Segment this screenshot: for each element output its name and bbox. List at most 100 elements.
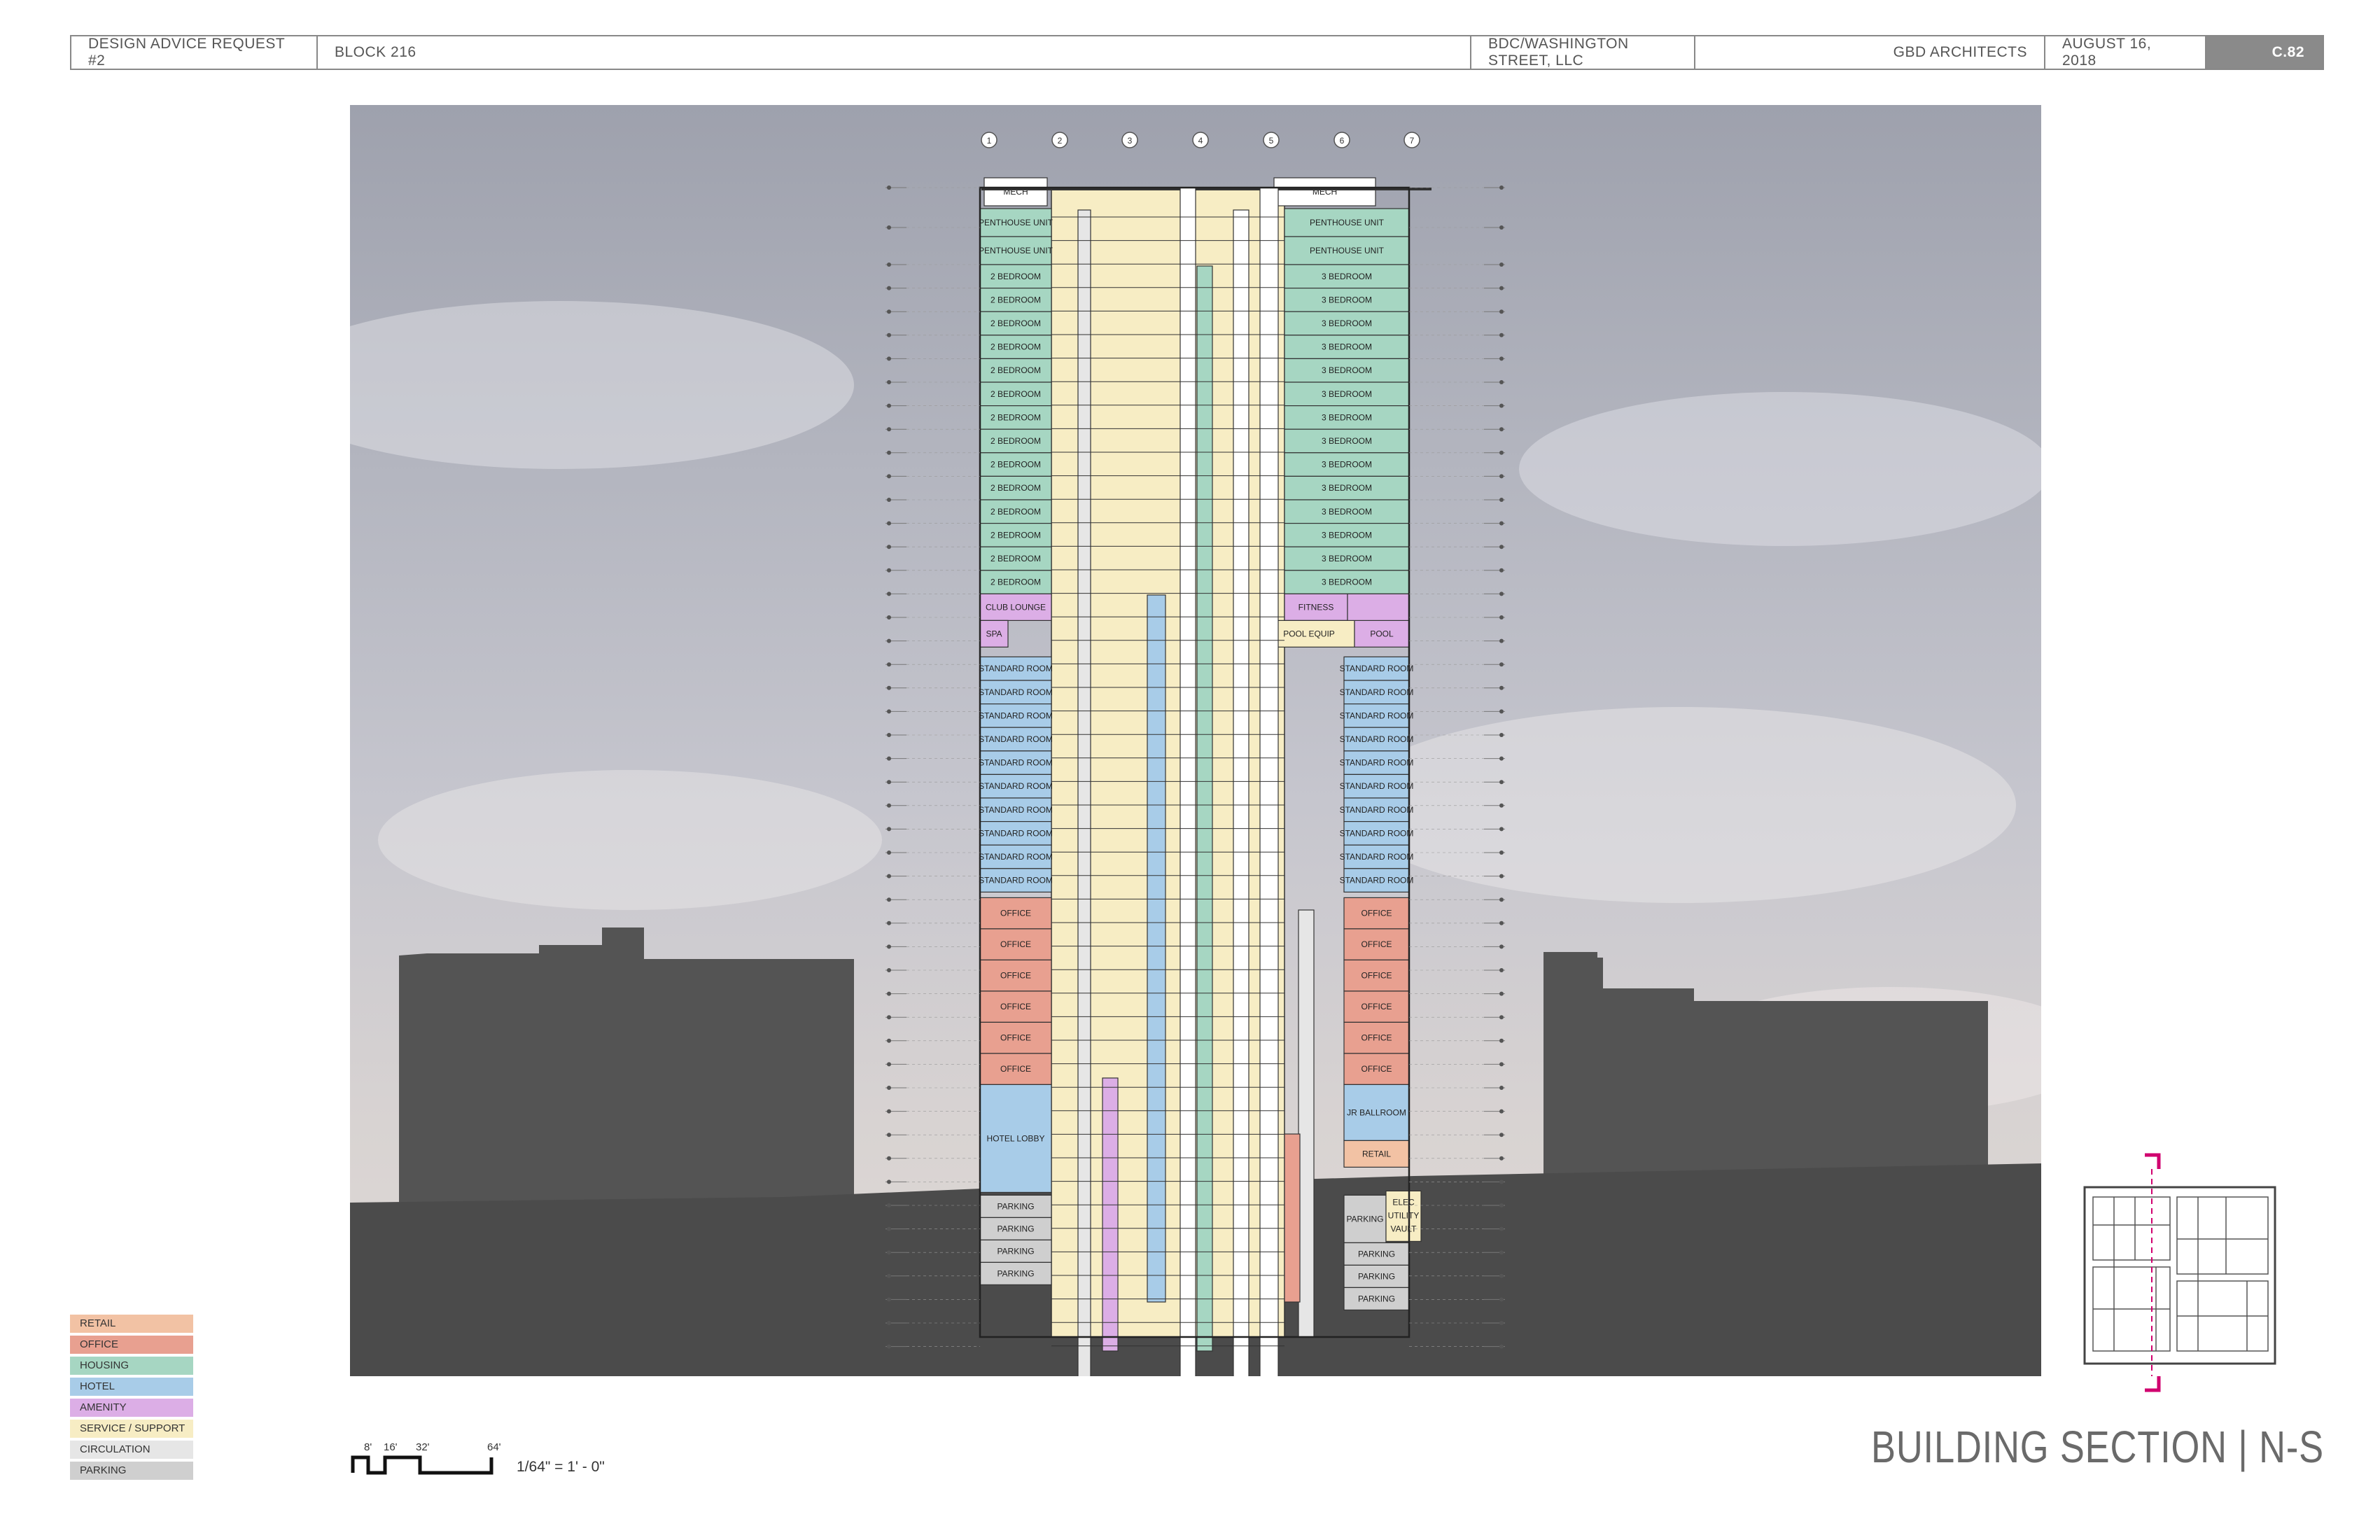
housing-left-11-label: 2 BEDROOM (990, 530, 1041, 540)
level-target-left (887, 968, 891, 972)
level-target-left (887, 592, 891, 596)
level-target-right (1499, 733, 1504, 737)
level-target-left (887, 780, 891, 785)
parking-left-2-label: PARKING (997, 1246, 1034, 1256)
level-target-left (887, 1297, 891, 1302)
hotel-left-1-label: STANDARD ROOM (979, 687, 1053, 697)
elec-vault-label-0: ELEC (1392, 1197, 1415, 1207)
level-target-right (1499, 356, 1504, 361)
level-target-right (1499, 709, 1504, 714)
level-target-right (1499, 403, 1504, 408)
header-request: DESIGN ADVICE REQUEST #2 (71, 36, 318, 69)
penthouse-right-0-label: PENTHOUSE UNIT (1310, 218, 1385, 227)
level-target-right (1499, 874, 1504, 878)
housing-left-8-label: 2 BEDROOM (990, 460, 1041, 470)
level-target-left (887, 756, 891, 761)
key-plan (2083, 1153, 2276, 1392)
pool-label: POOL (1370, 629, 1394, 638)
hotel-left-9-label: STANDARD ROOM (979, 876, 1053, 886)
level-target-right (1499, 186, 1504, 190)
office-left-5-label: OFFICE (1000, 1064, 1031, 1074)
office-left-3-label: OFFICE (1000, 1002, 1031, 1011)
grid-label-3: 3 (1128, 136, 1133, 146)
grid-line-markers: 1 2 3 4 5 6 7 (981, 132, 1420, 148)
core-shaft-0 (1077, 209, 1091, 1376)
level-target-left (887, 1156, 891, 1161)
elec-vault-label-2: VAULT (1391, 1224, 1418, 1233)
hotel-right-9-label: STANDARD ROOM (1340, 876, 1414, 886)
level-target-left (887, 1015, 891, 1020)
level-target-right (1499, 1321, 1504, 1325)
grid-label-2: 2 (1058, 136, 1063, 146)
housing-left-2-label: 2 BEDROOM (990, 318, 1041, 328)
level-target-left (887, 991, 891, 996)
grid-label-6: 6 (1340, 136, 1345, 146)
housing-right-7-label: 3 BEDROOM (1322, 436, 1372, 446)
level-target-left (887, 1273, 891, 1278)
hotel-left-3-label: STANDARD ROOM (979, 734, 1053, 744)
housing-right-4-label: 3 BEDROOM (1322, 365, 1372, 375)
office-left-0-label: OFFICE (1000, 909, 1031, 918)
level-target-left (887, 944, 891, 949)
grid-label-1: 1 (987, 136, 992, 146)
parking-right-0-label: PARKING (1346, 1214, 1383, 1224)
housing-left-12-label: 2 BEDROOM (990, 554, 1041, 564)
housing-right-9-label: 3 BEDROOM (1322, 483, 1372, 493)
level-target-right (1499, 685, 1504, 690)
hotel-right-4-label: STANDARD ROOM (1340, 758, 1414, 768)
level-target-right (1499, 827, 1504, 832)
office-right-5-label: OFFICE (1362, 1064, 1392, 1074)
housing-right-11-label: 3 BEDROOM (1322, 530, 1372, 540)
parking-right-3-label: PARKING (1358, 1294, 1395, 1303)
program-legend: RETAIL OFFICE HOUSING HOTEL AMENITY SERV… (70, 1315, 193, 1483)
elec-vault-label-1: UTILITY (1388, 1210, 1420, 1220)
level-target-right (1499, 662, 1504, 667)
level-target-left (887, 545, 891, 550)
header-block: BLOCK 216 (318, 36, 1471, 69)
sheet-title: BUILDING SECTION | N-S (1871, 1422, 2324, 1472)
level-target-left (887, 1226, 891, 1231)
level-target-left (887, 356, 891, 361)
housing-left-7-label: 2 BEDROOM (990, 436, 1041, 446)
core-shaft-3 (1259, 187, 1279, 1376)
level-target-right (1499, 332, 1504, 337)
level-target-right (1499, 474, 1504, 479)
jr-ballroom-label: JR BALLROOM (1347, 1107, 1406, 1117)
hotel-lobby-label: HOTEL LOBBY (987, 1133, 1045, 1143)
retail-label: RETAIL (1362, 1149, 1391, 1158)
level-target-right (1499, 545, 1504, 550)
hotel-right-6-label: STANDARD ROOM (1340, 805, 1414, 815)
legend-retail: RETAIL (70, 1315, 193, 1333)
level-target-left (887, 332, 891, 337)
parking-left-3-label: PARKING (997, 1268, 1034, 1278)
hotel-left-7-label: STANDARD ROOM (979, 828, 1053, 838)
hotel-right-5-label: STANDARD ROOM (1340, 781, 1414, 791)
level-target-right (1499, 1086, 1504, 1090)
level-target-right (1499, 427, 1504, 432)
scale-note: 1/64" = 1' - 0" (517, 1459, 605, 1475)
level-target-right (1499, 1344, 1504, 1349)
level-target-right (1499, 225, 1504, 230)
key-plan-outline (2083, 1186, 2276, 1365)
level-target-left (887, 521, 891, 526)
grid-label-4: 4 (1198, 136, 1203, 146)
office-left-4-label: OFFICE (1000, 1033, 1031, 1043)
level-target-right (1499, 1180, 1504, 1184)
pool-equip-label: POOL EQUIP (1283, 629, 1335, 638)
level-target-right (1499, 991, 1504, 996)
hotel-right-3-label: STANDARD ROOM (1340, 734, 1414, 744)
level-target-left (887, 709, 891, 714)
level-target-right (1499, 521, 1504, 526)
level-target-right (1499, 897, 1504, 902)
parking-left-1-label: PARKING (997, 1224, 1034, 1233)
housing-right-1-label: 3 BEDROOM (1322, 295, 1372, 304)
office-left-1-label: OFFICE (1000, 939, 1031, 949)
level-target-right (1499, 286, 1504, 290)
legend-circulation: CIRCULATION (70, 1441, 193, 1459)
level-target-left (887, 1038, 891, 1043)
fitness-label: FITNESS (1298, 602, 1334, 612)
level-target-right (1499, 450, 1504, 455)
level-target-right (1499, 638, 1504, 643)
penthouse-right-1-label: PENTHOUSE UNIT (1310, 246, 1385, 255)
level-target-left (887, 262, 891, 267)
